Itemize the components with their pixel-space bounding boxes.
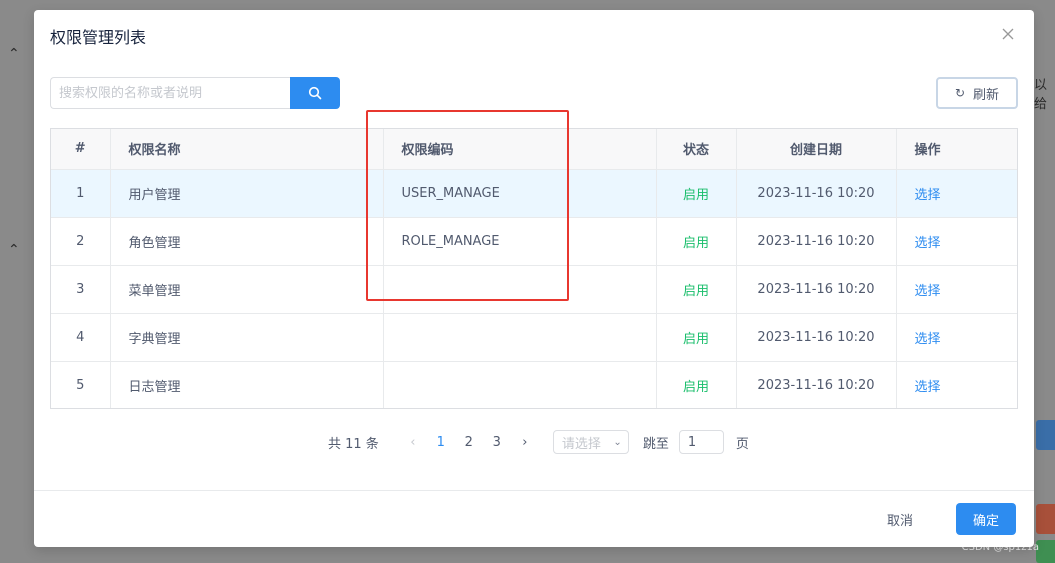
cancel-button[interactable]: 取消	[870, 503, 930, 535]
refresh-icon: ↻	[954, 86, 966, 100]
row-name: 用户管理	[110, 169, 384, 218]
table-row[interactable]: 4 字典管理 启用 2023-11-16 10:20 选择	[51, 313, 1017, 362]
row-index: 5	[51, 361, 111, 408]
column-header-created: 创建日期	[736, 129, 897, 170]
select-link[interactable]: 选择	[915, 380, 941, 395]
row-name: 角色管理	[110, 217, 384, 266]
column-header-action: 操作	[896, 129, 1017, 170]
column-header-name: 权限名称	[110, 129, 384, 170]
search-icon	[308, 86, 322, 100]
background-red-button[interactable]	[1036, 504, 1055, 534]
row-index: 1	[51, 169, 111, 218]
pagination: 共 11 条 ‹ 1 2 3 › 请选择 ⌄ 跳至 页	[328, 430, 749, 454]
confirm-button[interactable]: 确定	[956, 503, 1016, 535]
column-header-index: #	[51, 129, 111, 170]
row-created: 2023-11-16 10:20	[736, 313, 897, 362]
select-link[interactable]: 选择	[915, 236, 941, 251]
chevron-up-icon[interactable]: ⌃	[8, 46, 20, 62]
row-code	[383, 265, 657, 314]
close-button[interactable]	[996, 22, 1020, 46]
background-side-text: 以给	[1034, 78, 1048, 112]
row-code: USER_MANAGE	[383, 169, 657, 218]
row-name: 菜单管理	[110, 265, 384, 314]
refresh-button[interactable]: ↻ 刷新	[936, 77, 1018, 109]
chevron-up-icon[interactable]: ⌃	[8, 242, 20, 258]
table-header-row: # 权限名称 权限编码 状态 创建日期 操作	[51, 129, 1017, 170]
row-index: 3	[51, 265, 111, 314]
chevron-down-icon: ⌄	[613, 436, 622, 448]
row-created: 2023-11-16 10:20	[736, 169, 897, 218]
row-created: 2023-11-16 10:20	[736, 217, 897, 266]
table-row[interactable]: 3 菜单管理 启用 2023-11-16 10:20 选择	[51, 265, 1017, 314]
refresh-label: 刷新	[973, 87, 1000, 103]
jump-label: 跳至	[642, 436, 669, 452]
column-header-code: 权限编码	[383, 129, 657, 170]
select-link[interactable]: 选择	[915, 332, 941, 347]
row-name: 字典管理	[110, 313, 384, 362]
table-row[interactable]: 2 角色管理 ROLE_MANAGE 启用 2023-11-16 10:20 选…	[51, 217, 1017, 266]
close-icon	[1002, 28, 1014, 40]
row-status: 启用	[656, 217, 737, 266]
modal-header: 权限管理列表	[34, 10, 1034, 59]
chevron-right-icon[interactable]: ›	[511, 435, 539, 450]
search-input[interactable]	[50, 77, 290, 109]
page-2[interactable]: 2	[455, 435, 483, 450]
chevron-left-icon[interactable]: ‹	[399, 435, 427, 450]
page-3[interactable]: 3	[483, 435, 511, 450]
toolbar: ↻ 刷新	[50, 77, 1018, 109]
select-link[interactable]: 选择	[915, 188, 941, 203]
row-created: 2023-11-16 10:20	[736, 361, 897, 408]
column-header-status: 状态	[656, 129, 737, 170]
pagination-total: 共 11 条	[328, 436, 379, 452]
row-code	[383, 361, 657, 408]
row-index: 4	[51, 313, 111, 362]
page-1[interactable]: 1	[427, 435, 455, 450]
select-link[interactable]: 选择	[915, 284, 941, 299]
row-created: 2023-11-16 10:20	[736, 265, 897, 314]
row-name: 日志管理	[110, 361, 384, 408]
search-button[interactable]	[290, 77, 340, 109]
row-status: 启用	[656, 313, 737, 362]
row-code: ROLE_MANAGE	[383, 217, 657, 266]
permission-modal: 权限管理列表 ↻ 刷新 #	[34, 10, 1034, 547]
table-row[interactable]: 1 用户管理 USER_MANAGE 启用 2023-11-16 10:20 选…	[51, 169, 1017, 218]
permission-table: # 权限名称 权限编码 状态 创建日期 操作 1 用户管理 USER_MANAG…	[50, 128, 1018, 409]
page-size-placeholder: 请选择	[561, 436, 601, 452]
jump-input[interactable]	[678, 430, 724, 454]
page-size-select[interactable]: 请选择 ⌄	[552, 430, 629, 454]
row-status: 启用	[656, 361, 737, 408]
background-blue-button[interactable]	[1036, 420, 1055, 450]
row-status: 启用	[656, 265, 737, 314]
table-row[interactable]: 5 日志管理 启用 2023-11-16 10:20 选择	[51, 361, 1017, 408]
modal-footer: 取消 确定	[34, 490, 1034, 547]
modal-title: 权限管理列表	[50, 28, 147, 47]
row-status: 启用	[656, 169, 737, 218]
row-code	[383, 313, 657, 362]
page-unit: 页	[735, 436, 749, 452]
row-index: 2	[51, 217, 111, 266]
